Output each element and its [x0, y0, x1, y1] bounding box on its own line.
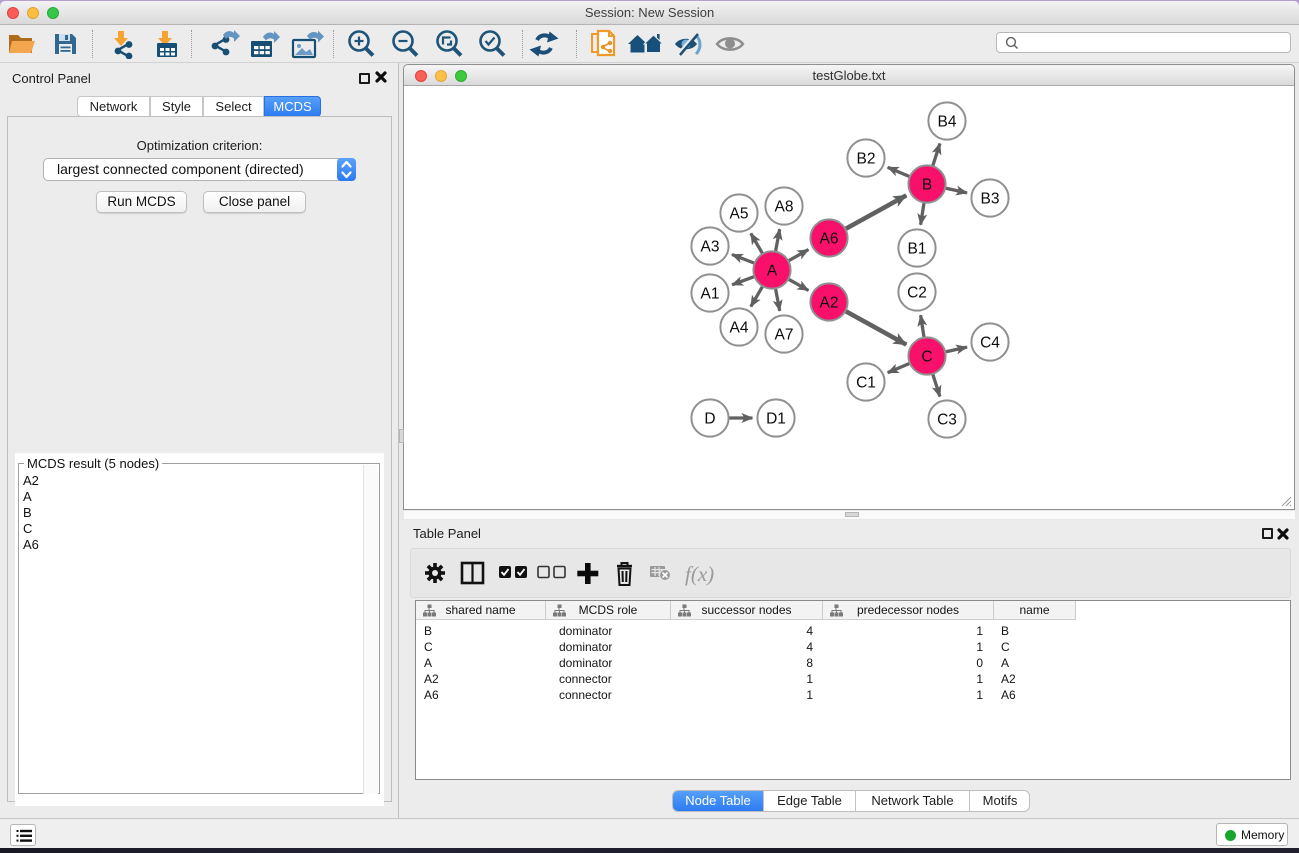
svg-text:C1: C1 [856, 375, 876, 392]
svg-text:B4: B4 [938, 114, 957, 131]
svg-text:A8: A8 [775, 199, 794, 216]
svg-text:A7: A7 [775, 327, 794, 344]
svg-text:B1: B1 [908, 241, 927, 258]
svg-text:f(x): f(x) [685, 562, 714, 586]
svg-text:A6: A6 [820, 231, 839, 248]
svg-text:A2: A2 [820, 295, 839, 312]
svg-text:B2: B2 [857, 151, 876, 168]
svg-text:C2: C2 [907, 285, 927, 302]
svg-text:C4: C4 [980, 335, 1000, 352]
svg-text:A4: A4 [730, 320, 749, 337]
svg-text:D1: D1 [766, 411, 786, 428]
svg-text:B: B [922, 177, 932, 194]
svg-text:B3: B3 [981, 191, 1000, 208]
svg-text:C: C [921, 349, 932, 366]
svg-text:C3: C3 [937, 412, 957, 429]
svg-text:A: A [767, 263, 778, 280]
svg-text:A5: A5 [730, 206, 749, 223]
svg-text:D: D [704, 411, 715, 428]
svg-text:A1: A1 [701, 286, 720, 303]
svg-text:A3: A3 [701, 239, 720, 256]
